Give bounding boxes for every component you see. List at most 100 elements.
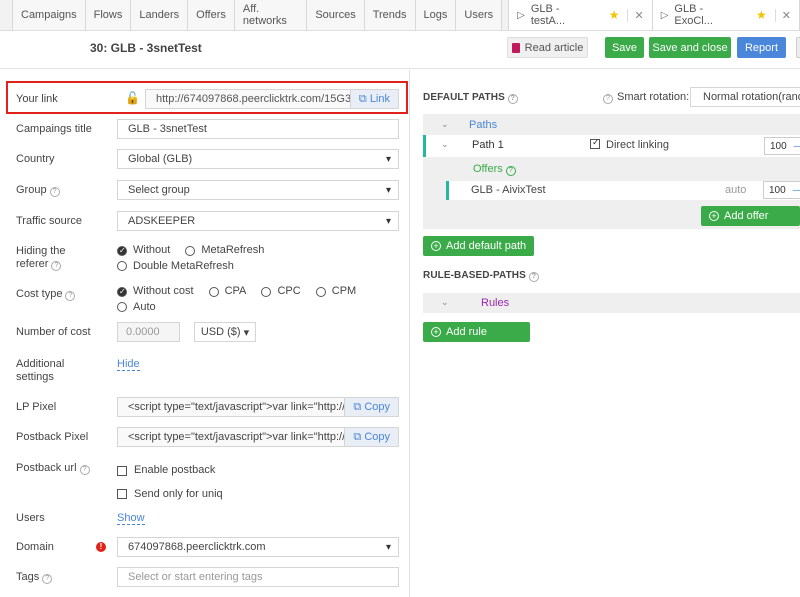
- play-icon: ▷: [517, 9, 525, 21]
- open-tab-2[interactable]: ▷ GLB - ExoCl... ★ ✕: [652, 0, 800, 30]
- minus-icon[interactable]: —: [793, 185, 800, 196]
- nav-tab-trends[interactable]: Trends: [364, 0, 416, 30]
- radio-icon: [315, 286, 326, 297]
- users-label: Users: [16, 512, 45, 524]
- help-icon[interactable]: ?: [79, 465, 90, 475]
- checkbox-checked-icon: [590, 137, 600, 149]
- default-paths-title: DEFAULT PATHS?: [423, 92, 518, 104]
- domain-select[interactable]: 674097868.peerclicktrk.com: [117, 537, 399, 557]
- offer-row[interactable]: GLB - AivixTest auto 100 —: [446, 181, 800, 200]
- radio-metarefresh[interactable]: MetaRefresh: [185, 244, 264, 257]
- radio-cpm[interactable]: CPM: [315, 285, 356, 298]
- radio-icon: [117, 261, 127, 271]
- radio-cpc[interactable]: CPC: [261, 285, 301, 298]
- add-rule-label: Add rule: [446, 326, 487, 338]
- campaign-title-label: Campaings title: [16, 123, 92, 135]
- radio-auto[interactable]: Auto: [117, 301, 156, 314]
- add-default-path-button[interactable]: + Add default path: [423, 236, 535, 256]
- open-tab-1[interactable]: ▷ GLB - testA... ★ ✕: [508, 0, 653, 30]
- plus-icon: +: [709, 211, 719, 221]
- additional-settings-line2: settings: [16, 371, 54, 383]
- path-weight-input[interactable]: 100 —: [764, 137, 800, 155]
- radio-double-metarefresh[interactable]: Double MetaRefresh: [117, 260, 234, 273]
- help-icon[interactable]: ?: [42, 574, 53, 584]
- country-select[interactable]: Global (GLB): [117, 149, 399, 169]
- nav-tab-landers[interactable]: Landers: [131, 0, 189, 30]
- copy-button[interactable]: ⧉ Copy: [344, 398, 398, 416]
- help-icon[interactable]: ?: [528, 272, 539, 282]
- close-icon[interactable]: ✕: [627, 8, 644, 22]
- read-article-button[interactable]: Read article: [507, 37, 588, 58]
- radio-without[interactable]: Without: [117, 244, 170, 257]
- rule-based-paths-title: RULE-BASED-PATHS?: [423, 270, 539, 282]
- offer-weight-input[interactable]: 100 —: [763, 181, 800, 199]
- radio-without-cost[interactable]: Without cost: [117, 285, 194, 298]
- nav-tab-campaigns[interactable]: Campaigns: [12, 0, 86, 30]
- copy-button[interactable]: ⧉ Copy: [344, 428, 398, 446]
- help-icon[interactable]: ?: [51, 261, 62, 271]
- group-select[interactable]: Select group: [117, 180, 399, 200]
- lp-pixel-field[interactable]: <script type="text/javascript">var link=…: [117, 397, 399, 417]
- report-button[interactable]: Report: [737, 37, 786, 58]
- nav-tab-sources[interactable]: Sources: [307, 0, 365, 30]
- minus-icon[interactable]: —: [794, 141, 800, 152]
- add-rule-button[interactable]: + Add rule: [423, 322, 530, 342]
- chevron-down-icon[interactable]: ⌄: [441, 139, 449, 150]
- postback-url-label: Postback url?: [16, 462, 90, 475]
- direct-linking-checkbox[interactable]: Direct linking: [590, 137, 669, 151]
- chevron-down-icon[interactable]: ⌄: [441, 297, 449, 308]
- copy-label: Copy: [364, 431, 390, 443]
- lp-pixel-label: LP Pixel: [16, 401, 57, 413]
- plus-icon: +: [431, 241, 441, 251]
- postback-pixel-code: <script type="text/javascript">var link=…: [128, 431, 346, 443]
- nav-tab-offers[interactable]: Offers: [188, 0, 235, 30]
- hide-link[interactable]: Hide: [117, 358, 140, 371]
- show-link[interactable]: Show: [117, 512, 145, 525]
- path-row[interactable]: ⌄ Path 1 Direct linking 100 —: [423, 135, 800, 157]
- warning-icon: !: [96, 542, 106, 552]
- checkbox-icon: [117, 489, 127, 499]
- star-icon[interactable]: ★: [756, 8, 767, 22]
- traffic-source-select[interactable]: ADSKEEPER: [117, 211, 399, 231]
- add-offer-button[interactable]: + Add offer: [701, 206, 800, 226]
- direct-linking-label: Direct linking: [606, 139, 669, 151]
- close-icon[interactable]: ✕: [774, 8, 791, 22]
- tags-input[interactable]: Select or start entering tags: [117, 567, 399, 587]
- hiding-referer-label-line1: Hiding the: [16, 245, 66, 257]
- paths-header[interactable]: ⌄ Paths: [423, 114, 800, 135]
- save-button[interactable]: Save: [605, 37, 644, 58]
- save-and-close-button[interactable]: Save and close: [649, 37, 731, 58]
- paths-panel: DEFAULT PATHS? ? Smart rotation: Normal r…: [411, 70, 800, 597]
- help-icon[interactable]: ?: [49, 187, 60, 197]
- campaign-title-input[interactable]: GLB - 3snetTest: [117, 119, 399, 139]
- star-icon[interactable]: ★: [609, 8, 620, 22]
- group-label: Group?: [16, 184, 60, 197]
- help-icon[interactable]: ?: [507, 94, 518, 104]
- postback-pixel-field[interactable]: <script type="text/javascript">var link=…: [117, 427, 399, 447]
- rules-header[interactable]: ⌄ Rules: [423, 293, 800, 313]
- enable-postback-checkbox[interactable]: Enable postback: [117, 460, 215, 481]
- cost-input[interactable]: 0.0000: [117, 322, 180, 342]
- nav-tab-logs[interactable]: Logs: [415, 0, 457, 30]
- open-tab-label: GLB - testA...: [530, 3, 566, 27]
- nav-tab-aff-networks[interactable]: Aff. networks: [234, 0, 308, 30]
- nav-tab-users[interactable]: Users: [456, 0, 503, 30]
- help-icon[interactable]: ?: [505, 166, 516, 176]
- cost-type-options: Without cost CPA CPC CPM Auto: [117, 285, 368, 316]
- cost-type-label-text: Cost type: [16, 288, 63, 300]
- country-label: Country: [16, 153, 55, 165]
- send-only-uniq-checkbox[interactable]: Send only for uniq: [117, 484, 223, 505]
- add-default-path-label: Add default path: [446, 240, 527, 252]
- help-icon[interactable]: ?: [65, 291, 76, 301]
- radio-cpa[interactable]: CPA: [208, 285, 246, 298]
- currency-select[interactable]: USD ($) ▾: [194, 322, 256, 342]
- more-button[interactable]: [796, 37, 800, 58]
- traffic-source-label: Traffic source: [16, 215, 83, 227]
- offer-weight-value: 100: [769, 184, 786, 196]
- copy-label: Copy: [364, 401, 390, 413]
- chevron-down-icon[interactable]: ⌄: [441, 119, 449, 130]
- nav-tab-flows[interactable]: Flows: [85, 0, 132, 30]
- help-icon[interactable]: ?: [603, 94, 613, 104]
- checkbox-icon: [117, 465, 127, 476]
- rotation-select[interactable]: Normal rotation(rand: [690, 87, 800, 107]
